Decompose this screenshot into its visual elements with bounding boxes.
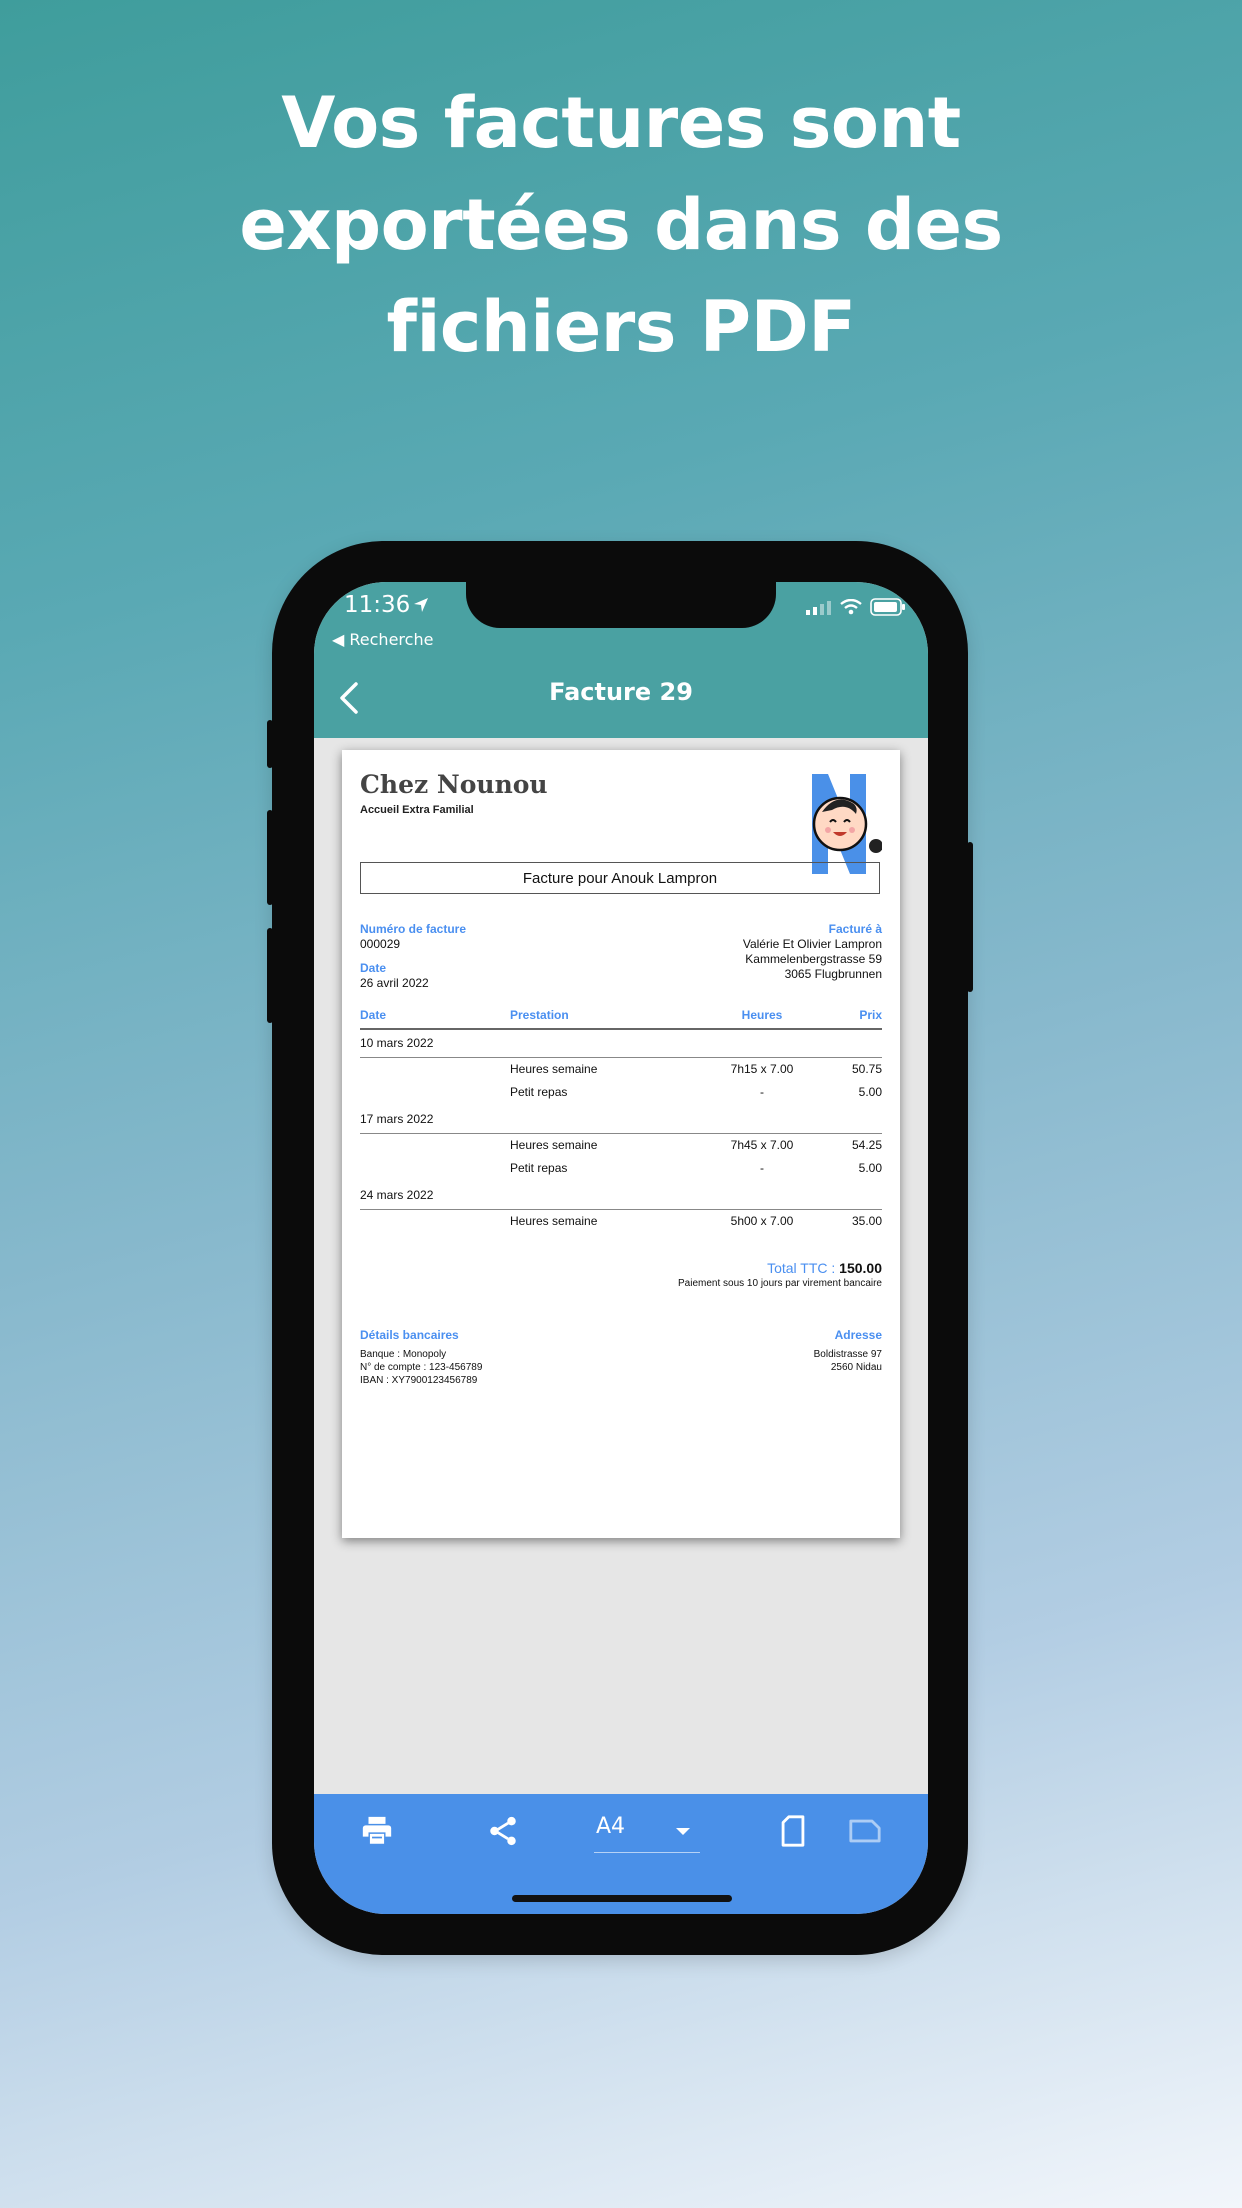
row-price: 5.00 bbox=[858, 1085, 882, 1099]
portrait-icon[interactable] bbox=[778, 1814, 808, 1848]
status-icons bbox=[806, 598, 906, 616]
address-line: 2560 Nidau bbox=[830, 1362, 882, 1373]
total-value: 150.00 bbox=[839, 1260, 882, 1276]
home-indicator bbox=[512, 1895, 732, 1902]
invoice-number-label: Numéro de facture bbox=[360, 922, 467, 936]
billed-to-label: Facturé à bbox=[828, 922, 882, 936]
group-date: 24 mars 2022 bbox=[360, 1188, 434, 1202]
row-service: Petit repas bbox=[510, 1161, 568, 1175]
row-hours: 7h45 x 7.00 bbox=[730, 1138, 794, 1152]
invoice-number: 000029 bbox=[360, 937, 401, 951]
row-hours: - bbox=[760, 1161, 764, 1175]
billed-to-line: Valérie Et Olivier Lampron bbox=[742, 937, 882, 951]
group-date: 17 mars 2022 bbox=[360, 1112, 434, 1126]
group-divider bbox=[360, 1133, 882, 1134]
column-header-date: Date bbox=[360, 1008, 387, 1022]
headline-line-2: exportées dans des bbox=[239, 184, 1003, 266]
bank-line: IBAN : XY7900123456789 bbox=[360, 1375, 478, 1386]
headline-line-3: fichiers PDF bbox=[386, 286, 856, 368]
back-to-app-link[interactable]: ◀ Recherche bbox=[332, 630, 433, 649]
row-price: 35.00 bbox=[851, 1214, 882, 1228]
headline: Vos factures sont exportées dans des fic… bbox=[0, 72, 1242, 378]
invoice-date: 26 avril 2022 bbox=[360, 976, 429, 990]
row-hours: - bbox=[760, 1085, 764, 1099]
billed-to-line: Kammelenbergstrasse 59 bbox=[745, 952, 882, 966]
volume-up-button bbox=[267, 810, 273, 905]
billed-to-line: 3065 Flugbrunnen bbox=[784, 967, 882, 981]
row-service: Petit repas bbox=[510, 1085, 568, 1099]
total-line: Total TTC : 150.00 bbox=[767, 1260, 882, 1276]
row-hours: 7h15 x 7.00 bbox=[730, 1062, 794, 1076]
notch bbox=[466, 582, 776, 628]
dropdown-caret-icon[interactable] bbox=[676, 1828, 690, 1835]
page-title: Facture 29 bbox=[549, 678, 693, 706]
bank-line: N° de compte : 123-456789 bbox=[360, 1362, 483, 1373]
printer-icon[interactable] bbox=[360, 1814, 394, 1848]
column-header-service: Prestation bbox=[510, 1008, 569, 1022]
payment-note: Paiement sous 10 jours par virement banc… bbox=[678, 1278, 882, 1289]
battery-icon bbox=[870, 598, 905, 616]
landscape-icon[interactable] bbox=[848, 1816, 882, 1846]
brand-name: Chez Nounou bbox=[360, 770, 548, 799]
invoice-date-label: Date bbox=[360, 961, 387, 975]
mute-switch bbox=[267, 720, 273, 768]
group-divider bbox=[360, 1209, 882, 1210]
row-price: 50.75 bbox=[851, 1062, 882, 1076]
signal-icon bbox=[806, 601, 831, 615]
invoice-recipient-box: Facture pour Anouk Lampron bbox=[360, 862, 880, 894]
share-icon[interactable] bbox=[486, 1814, 520, 1848]
row-hours: 5h00 x 7.00 bbox=[730, 1214, 794, 1228]
baby-logo-icon bbox=[812, 774, 882, 874]
row-service: Heures semaine bbox=[510, 1138, 598, 1152]
wifi-icon bbox=[840, 599, 862, 615]
header-divider bbox=[360, 1028, 882, 1030]
app-header: 11:36 ◀ Recherche Facture 29 bbox=[314, 582, 928, 738]
row-service: Heures semaine bbox=[510, 1062, 598, 1076]
group-divider bbox=[360, 1057, 882, 1058]
bank-details-label: Détails bancaires bbox=[360, 1328, 459, 1342]
row-service: Heures semaine bbox=[510, 1214, 598, 1228]
volume-down-button bbox=[267, 928, 273, 1023]
address-label: Adresse bbox=[834, 1328, 882, 1342]
power-button bbox=[967, 842, 973, 992]
phone-screen: 11:36 ◀ Recherche Facture 29 Chez Nounou bbox=[314, 582, 928, 1914]
row-price: 5.00 bbox=[858, 1161, 882, 1175]
address-line: Boldistrasse 97 bbox=[813, 1349, 882, 1360]
headline-line-1: Vos factures sont bbox=[281, 82, 961, 164]
invoice-document: Chez Nounou Accueil Extra Familial Factu… bbox=[342, 750, 900, 1538]
brand-subtitle: Accueil Extra Familial bbox=[360, 804, 474, 816]
total-label: Total TTC : bbox=[767, 1260, 836, 1276]
column-header-hours: Heures bbox=[741, 1008, 783, 1022]
paper-size-select[interactable]: A4 bbox=[596, 1814, 625, 1839]
column-header-price: Prix bbox=[859, 1008, 882, 1022]
location-arrow-icon bbox=[414, 598, 428, 612]
paper-size-underline bbox=[594, 1852, 700, 1853]
row-price: 54.25 bbox=[851, 1138, 882, 1152]
group-date: 10 mars 2022 bbox=[360, 1036, 434, 1050]
status-time: 11:36 bbox=[344, 592, 411, 618]
bank-line: Banque : Monopoly bbox=[360, 1349, 447, 1360]
